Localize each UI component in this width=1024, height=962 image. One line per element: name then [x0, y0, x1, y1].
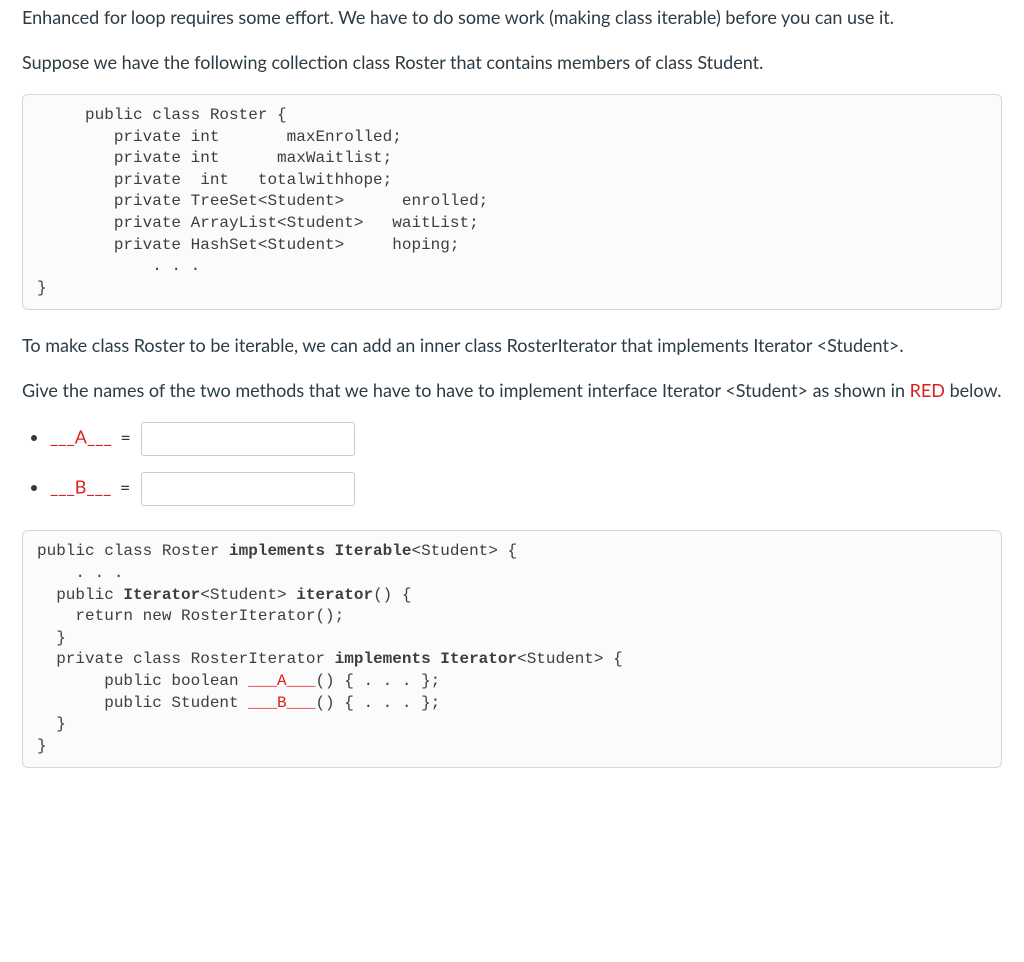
cb2-l3b: Iterator — [123, 586, 200, 604]
cb2-l9: } — [37, 715, 66, 733]
cb2-l3c: <Student> — [200, 586, 296, 604]
code-block-roster-impl: public class Roster implements Iterable<… — [22, 530, 1002, 768]
code-block-roster-decl: public class Roster { private int maxEnr… — [22, 94, 1002, 310]
cb2-l8a: public Student — [37, 694, 248, 712]
to-make-paragraph: To make class Roster to be iterable, we … — [22, 332, 1002, 359]
cb2-l6b: implements Iterator — [335, 650, 517, 668]
cb2-l2: . . . — [37, 564, 123, 582]
cb2-l5: } — [37, 629, 66, 647]
cb2-l7a: public boolean — [37, 672, 248, 690]
cb2-l3e: () { — [373, 586, 411, 604]
red-word: RED — [910, 379, 945, 401]
blank-label-a: ___A___ — [50, 426, 112, 448]
equals-b: = — [120, 476, 130, 498]
cb2-l8b: ___B___ — [248, 694, 315, 712]
cb2-l10: } — [37, 737, 47, 755]
cb2-l1b: implements Iterable — [229, 542, 411, 560]
cb2-l1a: public class Roster — [37, 542, 229, 560]
give-names-paragraph: Give the names of the two methods that w… — [22, 377, 1002, 404]
cb2-l6c: <Student> { — [517, 650, 623, 668]
give-suffix: below. — [945, 379, 1002, 401]
give-prefix: Give the names of the two methods that w… — [22, 379, 910, 401]
blank-input-a[interactable] — [141, 422, 355, 456]
cb2-l6a: private class RosterIterator — [37, 650, 335, 668]
cb2-l1c: <Student> { — [411, 542, 517, 560]
cb2-l3d: iterator — [296, 586, 373, 604]
cb2-l3a: public — [37, 586, 123, 604]
cb2-l7b: ___A___ — [248, 672, 315, 690]
blank-label-b: ___B___ — [50, 476, 111, 498]
equals-a: = — [120, 426, 130, 448]
answer-item-a: ___A___ = — [50, 422, 1002, 456]
intro-paragraph: Enhanced for loop requires some effort. … — [22, 4, 1002, 31]
question-container: Enhanced for loop requires some effort. … — [0, 0, 1024, 810]
blank-input-b[interactable] — [141, 472, 355, 506]
cb2-l4: return new RosterIterator(); — [37, 607, 344, 625]
cb2-l8c: () { . . . }; — [315, 694, 440, 712]
answer-list: ___A___ = ___B___ = — [22, 422, 1002, 506]
cb2-l7c: () { . . . }; — [315, 672, 440, 690]
suppose-paragraph: Suppose we have the following collection… — [22, 49, 1002, 76]
answer-item-b: ___B___ = — [50, 472, 1002, 506]
